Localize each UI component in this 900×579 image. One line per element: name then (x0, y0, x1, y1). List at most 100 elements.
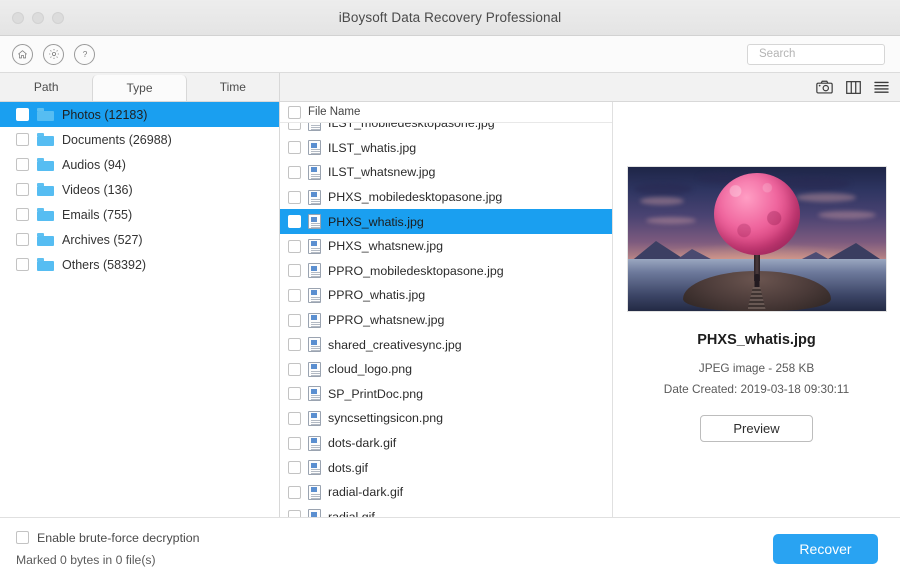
tab-path[interactable]: Path (0, 73, 92, 101)
checkbox-icon[interactable] (16, 183, 29, 196)
file-name-label: PPRO_mobiledesktopasone.jpg (328, 263, 504, 278)
recover-button[interactable]: Recover (773, 533, 878, 564)
checkbox-icon[interactable] (288, 141, 301, 155)
file-row[interactable]: syncsettingsicon.png (280, 406, 612, 431)
tab-type[interactable]: Type (92, 75, 187, 101)
file-name-label: ILST_whatsnew.jpg (328, 165, 436, 180)
checkbox-icon[interactable] (288, 264, 301, 278)
folder-icon (37, 108, 54, 121)
minimize-button-icon[interactable] (32, 11, 44, 24)
checkbox-icon[interactable] (288, 338, 301, 352)
checkbox-icon[interactable] (288, 239, 301, 253)
checkbox-icon[interactable] (16, 108, 29, 121)
footer-left-group: Enable brute-force decryption Marked 0 b… (16, 531, 200, 567)
list-view-icon[interactable] (874, 81, 889, 94)
preview-type-size: JPEG image - 258 KB (698, 361, 815, 375)
camera-snapshot-icon[interactable] (816, 80, 833, 94)
file-row[interactable]: radial-dark.gif (280, 480, 612, 505)
preview-thumbnail (626, 166, 887, 312)
checkbox-icon[interactable] (16, 158, 29, 171)
checkbox-icon[interactable] (288, 362, 301, 376)
file-row-selected[interactable]: PHXS_whatis.jpg (280, 209, 612, 234)
sidebar-item-audios[interactable]: Audios (94) (0, 152, 279, 177)
title-bar: iBoysoft Data Recovery Professional (0, 0, 900, 36)
toolbar-icon-group: ? (12, 43, 95, 65)
checkbox-icon[interactable] (288, 510, 301, 517)
file-row[interactable]: PHXS_whatsnew.jpg (280, 234, 612, 259)
file-row[interactable]: cloud_logo.png (280, 357, 612, 382)
thumbnail-person (754, 274, 759, 287)
file-row[interactable]: ILST_mobiledesktopasone.jpg (280, 123, 612, 136)
brute-force-checkbox[interactable] (16, 531, 29, 544)
image-file-icon (308, 164, 321, 180)
sidebar-item-documents[interactable]: Documents (26988) (0, 127, 279, 152)
image-file-icon (308, 460, 321, 476)
sidebar-item-others[interactable]: Others (58392) (0, 252, 279, 277)
settings-gear-icon[interactable] (43, 43, 64, 65)
file-list-scroll-area[interactable]: ILST_mobiledesktopasone.jpg ILST_whatis.… (280, 123, 612, 517)
marked-status-text: Marked 0 bytes in 0 file(s) (16, 552, 156, 567)
file-list-rows: ILST_mobiledesktopasone.jpg ILST_whatis.… (280, 123, 612, 517)
brute-force-option[interactable]: Enable brute-force decryption (16, 531, 200, 545)
image-file-icon (308, 189, 321, 205)
image-file-icon (308, 312, 321, 328)
image-file-icon (308, 361, 321, 377)
checkbox-icon[interactable] (288, 123, 301, 130)
file-row[interactable]: ILST_whatis.jpg (280, 136, 612, 161)
sidebar-item-emails[interactable]: Emails (755) (0, 202, 279, 227)
tab-time[interactable]: Time (187, 73, 279, 101)
file-row[interactable]: PHXS_mobiledesktopasone.jpg (280, 185, 612, 210)
file-name-label: PHXS_whatsnew.jpg (328, 239, 444, 254)
folder-icon (37, 233, 54, 246)
checkbox-icon[interactable] (288, 461, 301, 475)
file-name-label: ILST_whatis.jpg (328, 140, 417, 155)
checkbox-icon[interactable] (288, 288, 301, 302)
checkbox-icon[interactable] (288, 485, 301, 499)
file-name-label: ILST_mobiledesktopasone.jpg (328, 123, 495, 131)
sidebar-item-videos[interactable]: Videos (136) (0, 177, 279, 202)
file-name-label: PHXS_whatis.jpg (328, 214, 424, 229)
file-name-label: PHXS_mobiledesktopasone.jpg (328, 190, 503, 205)
search-input[interactable] (759, 48, 900, 60)
file-name-label: syncsettingsicon.png (328, 411, 444, 426)
filter-tabs: Path Type Time (0, 73, 280, 101)
close-button-icon[interactable] (12, 11, 24, 24)
checkbox-icon[interactable] (16, 133, 29, 146)
checkbox-icon[interactable] (288, 313, 301, 327)
file-row[interactable]: ILST_whatsnew.jpg (280, 160, 612, 185)
search-field[interactable] (747, 43, 900, 65)
folder-icon (37, 183, 54, 196)
checkbox-icon[interactable] (16, 233, 29, 246)
file-row[interactable]: PPRO_whatsnew.jpg (280, 308, 612, 333)
checkbox-icon[interactable] (16, 258, 29, 271)
help-question-icon[interactable]: ? (74, 43, 95, 65)
preview-file-name: PHXS_whatis.jpg (697, 332, 816, 348)
checkbox-icon[interactable] (16, 208, 29, 221)
file-row[interactable]: dots.gif (280, 455, 612, 480)
checkbox-icon[interactable] (288, 436, 301, 450)
checkbox-icon[interactable] (288, 411, 301, 425)
sidebar-item-archives[interactable]: Archives (527) (0, 227, 279, 252)
file-row[interactable]: shared_creativesync.jpg (280, 332, 612, 357)
checkbox-icon[interactable] (288, 215, 301, 229)
checkbox-icon[interactable] (288, 190, 301, 204)
sidebar-item-photos[interactable]: Photos (12183) (0, 102, 279, 127)
zoom-button-icon[interactable] (52, 11, 64, 24)
select-all-checkbox[interactable] (288, 105, 301, 119)
column-view-icon[interactable] (846, 80, 861, 94)
checkbox-icon[interactable] (288, 387, 301, 401)
checkbox-icon[interactable] (288, 165, 301, 179)
file-row[interactable]: PPRO_mobiledesktopasone.jpg (280, 259, 612, 284)
traffic-light-controls[interactable] (12, 11, 64, 24)
preview-button[interactable]: Preview (700, 414, 813, 442)
file-row[interactable]: PPRO_whatis.jpg (280, 283, 612, 308)
file-row[interactable]: SP_PrintDoc.png (280, 382, 612, 407)
file-row[interactable]: dots-dark.gif (280, 431, 612, 456)
file-row[interactable]: radial.gif (280, 505, 612, 517)
filter-strip: Path Type Time (0, 73, 900, 102)
file-name-label: PPRO_whatis.jpg (328, 288, 426, 303)
sidebar-item-label: Documents (26988) (62, 132, 172, 147)
image-file-icon (308, 509, 321, 517)
home-icon[interactable] (12, 43, 33, 65)
file-name-label: PPRO_whatsnew.jpg (328, 313, 445, 328)
